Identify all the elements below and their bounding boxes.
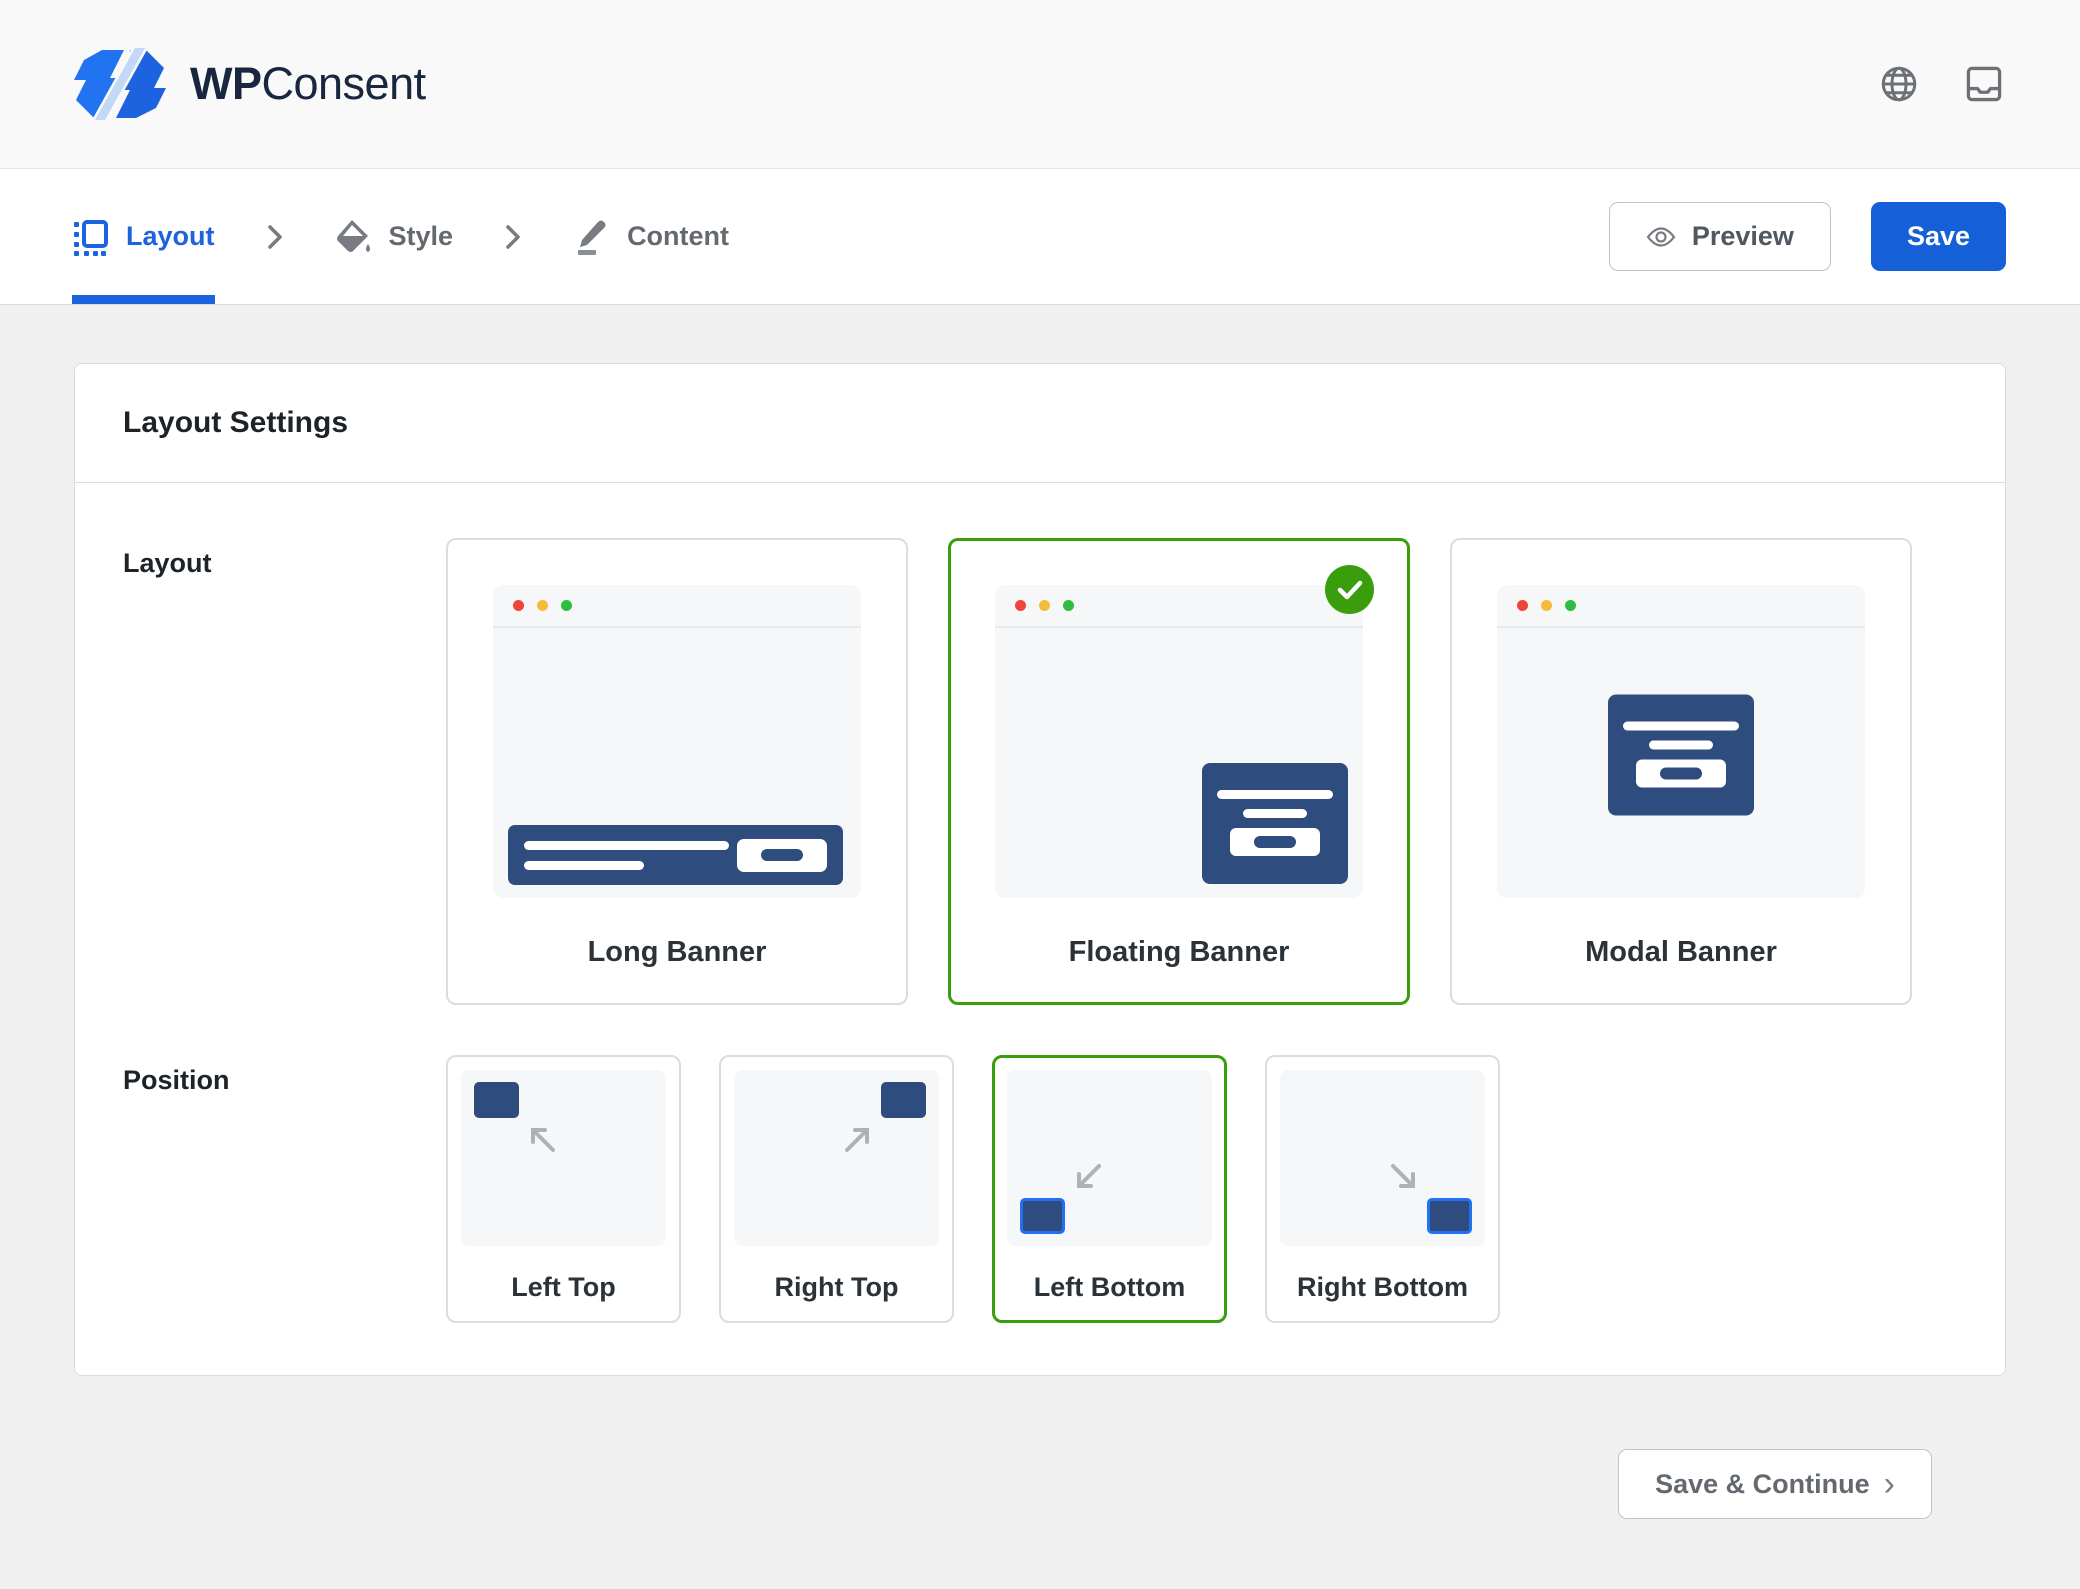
settings-navbar: Layout Style Content — [0, 169, 2080, 305]
app-header: WPConsent — [0, 0, 2080, 169]
position-option-left-bottom[interactable]: Left Bottom — [992, 1055, 1227, 1323]
position-option-label: Right Top — [721, 1272, 952, 1303]
modal-banner-preview — [1608, 694, 1754, 815]
arrow-up-right-icon — [841, 1122, 875, 1156]
tab-style-label: Style — [389, 221, 454, 252]
panel-header: Layout Settings — [75, 364, 2005, 483]
position-field-row: Position Left Top — [123, 1055, 1957, 1323]
window-dot-yellow — [1541, 600, 1552, 611]
layout-options: Long Banner — [446, 538, 1912, 1005]
layout-option-floating-banner[interactable]: Floating Banner — [948, 538, 1410, 1005]
position-option-left-top[interactable]: Left Top — [446, 1055, 681, 1323]
browser-mockup — [493, 585, 861, 898]
layout-option-modal-banner[interactable]: Modal Banner — [1450, 538, 1912, 1005]
brand-name-bold: WP — [190, 58, 262, 109]
browser-viewport — [493, 628, 861, 898]
preview-button-label: Preview — [1692, 221, 1794, 252]
tab-layout-label: Layout — [126, 221, 215, 252]
banner-square — [1020, 1198, 1065, 1234]
layout-field-row: Layout — [123, 538, 1957, 1005]
position-option-right-bottom[interactable]: Right Bottom — [1265, 1055, 1500, 1323]
save-and-continue-button[interactable]: Save & Continue › — [1618, 1449, 1932, 1519]
browser-mockup — [1497, 585, 1865, 898]
position-preview — [734, 1070, 939, 1246]
save-button[interactable]: Save — [1871, 202, 2006, 271]
position-field-label: Position — [123, 1055, 446, 1323]
browser-mockup — [995, 585, 1363, 898]
brand-name: WPConsent — [190, 58, 426, 110]
paint-bucket-icon — [335, 218, 373, 256]
layout-settings-panel: Layout Settings Layout — [74, 363, 2006, 1376]
brand: WPConsent — [72, 48, 426, 120]
layout-option-label: Floating Banner — [951, 936, 1407, 969]
long-banner-preview — [508, 825, 843, 885]
browser-chrome — [995, 585, 1363, 628]
eye-icon — [1646, 226, 1676, 248]
position-option-label: Right Bottom — [1267, 1272, 1498, 1303]
panel-title: Layout Settings — [123, 406, 1957, 440]
floating-banner-preview — [1202, 763, 1348, 884]
position-options: Left Top Right Top — [446, 1055, 1500, 1323]
selected-check-icon — [1325, 565, 1374, 614]
position-option-right-top[interactable]: Right Top — [719, 1055, 954, 1323]
chevron-right-icon: › — [1884, 1467, 1895, 1501]
browser-chrome — [493, 585, 861, 628]
browser-chrome — [1497, 585, 1865, 628]
window-dot-red — [1015, 600, 1026, 611]
layout-icon — [72, 218, 110, 256]
main-content: Layout Settings Layout — [0, 305, 2080, 1519]
chevron-right-icon — [505, 224, 521, 250]
tab-style[interactable]: Style — [335, 169, 454, 304]
layout-option-label: Long Banner — [448, 936, 906, 969]
arrow-down-left-icon — [1071, 1160, 1105, 1194]
arrow-up-left-icon — [525, 1122, 559, 1156]
arrow-down-right-icon — [1387, 1160, 1421, 1194]
position-preview — [1007, 1070, 1212, 1246]
pencil-icon — [573, 218, 611, 256]
position-option-label: Left Top — [448, 1272, 679, 1303]
banner-square — [881, 1082, 926, 1118]
wpconsent-logo-icon — [72, 48, 168, 120]
preview-button[interactable]: Preview — [1609, 202, 1831, 271]
chevron-right-icon — [267, 224, 283, 250]
brand-name-regular: Consent — [262, 58, 426, 109]
layout-option-label: Modal Banner — [1452, 936, 1910, 969]
footer-actions: Save & Continue › — [74, 1376, 2006, 1519]
browser-viewport — [1497, 628, 1865, 898]
window-dot-green — [1063, 600, 1074, 611]
tab-content-label: Content — [627, 221, 729, 252]
layout-option-long-banner[interactable]: Long Banner — [446, 538, 908, 1005]
browser-viewport — [995, 628, 1363, 898]
banner-square — [1427, 1198, 1472, 1234]
save-and-continue-label: Save & Continue — [1655, 1469, 1870, 1500]
tab-layout[interactable]: Layout — [72, 169, 215, 304]
tab-content[interactable]: Content — [573, 169, 729, 304]
position-preview — [461, 1070, 666, 1246]
window-dot-red — [513, 600, 524, 611]
banner-square — [474, 1082, 519, 1118]
window-dot-green — [561, 600, 572, 611]
layout-field-label: Layout — [123, 538, 446, 1005]
globe-icon[interactable] — [1878, 63, 1920, 105]
position-option-label: Left Bottom — [995, 1272, 1224, 1303]
window-dot-yellow — [1039, 600, 1050, 611]
inbox-icon[interactable] — [1962, 62, 2006, 106]
position-preview — [1280, 1070, 1485, 1246]
save-button-label: Save — [1907, 221, 1970, 252]
window-dot-yellow — [537, 600, 548, 611]
window-dot-green — [1565, 600, 1576, 611]
window-dot-red — [1517, 600, 1528, 611]
